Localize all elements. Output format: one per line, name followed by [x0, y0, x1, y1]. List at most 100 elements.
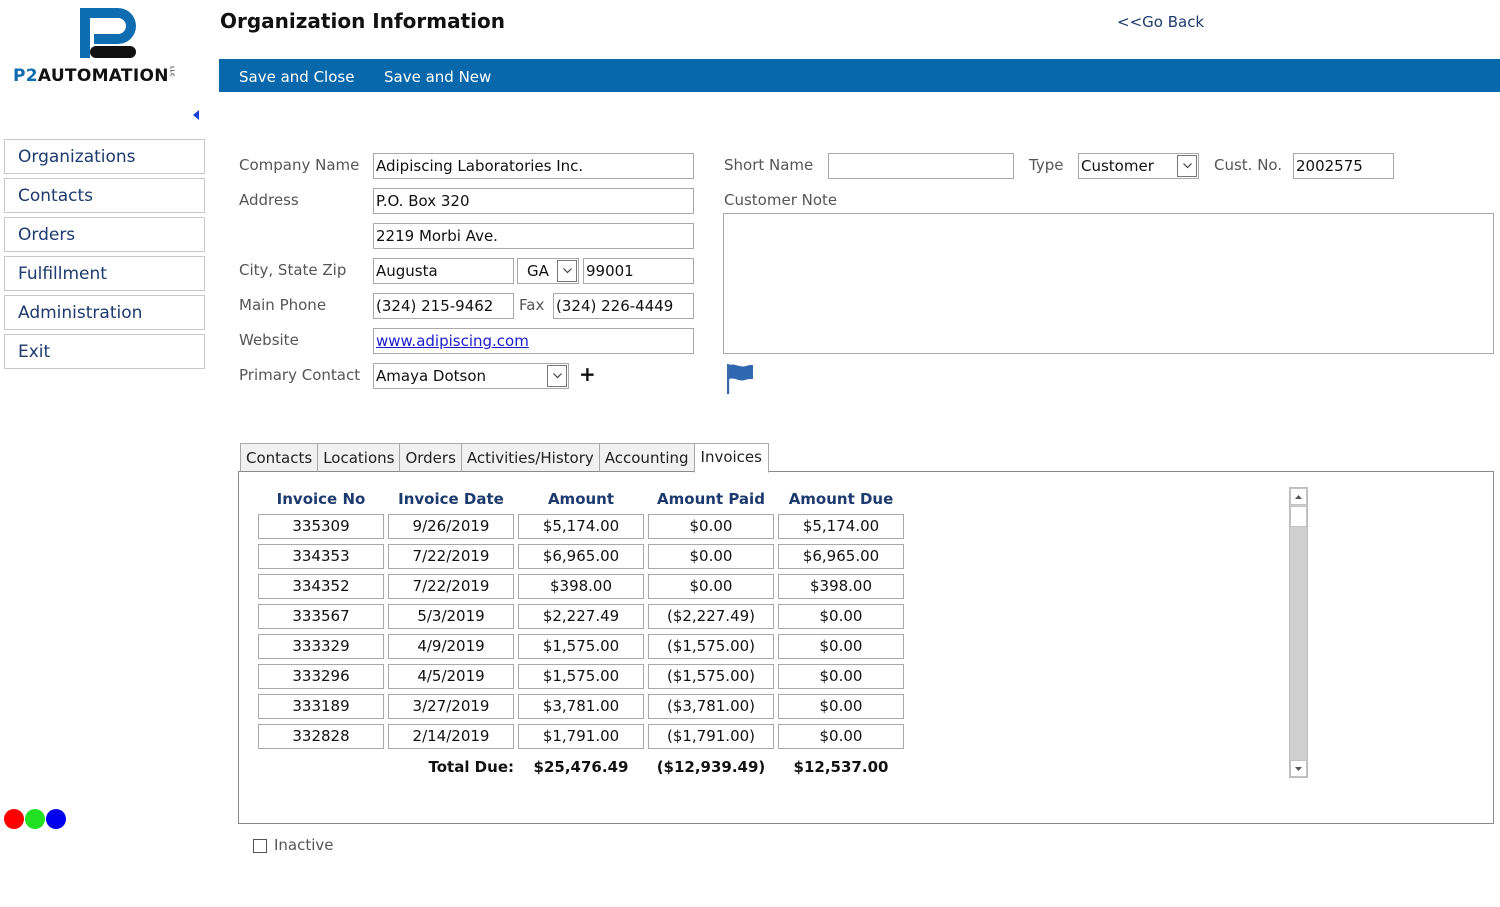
- inactive-checkbox[interactable]: [253, 839, 267, 853]
- main-phone-input[interactable]: (324) 215-9462: [373, 293, 514, 319]
- invoice-cell-amount-due[interactable]: $0.00: [778, 694, 904, 719]
- sidebar-item-orders[interactable]: Orders: [4, 217, 205, 252]
- invoice-cell-amount-due[interactable]: $0.00: [778, 724, 904, 749]
- invoice-cell-amount-paid[interactable]: ($3,781.00): [648, 694, 774, 719]
- zip-input[interactable]: 99001: [583, 258, 694, 284]
- tab-accounting[interactable]: Accounting: [598, 443, 695, 472]
- invoice-cell-invoice-no[interactable]: 333189: [258, 694, 384, 719]
- state-select[interactable]: GA: [517, 258, 579, 284]
- invoice-cell-amount-paid[interactable]: $0.00: [648, 544, 774, 569]
- logo-name: AUTOMATION: [37, 66, 169, 86]
- invoice-cell-invoice-no[interactable]: 333296: [258, 664, 384, 689]
- invoice-cell-amount-due[interactable]: $0.00: [778, 634, 904, 659]
- arrow-down-icon: [1295, 767, 1302, 771]
- invoice-cell-amount[interactable]: $1,575.00: [518, 664, 644, 689]
- invoice-cell-invoice-date[interactable]: 4/5/2019: [388, 664, 514, 689]
- save-and-close-button[interactable]: Save and Close: [239, 59, 354, 92]
- sidebar-item-administration[interactable]: Administration: [4, 295, 205, 330]
- city-input[interactable]: Augusta: [373, 258, 514, 284]
- invoice-cell-invoice-date[interactable]: 3/27/2019: [388, 694, 514, 719]
- sidebar-item-exit[interactable]: Exit: [4, 334, 205, 369]
- invoice-cell-amount-due[interactable]: $0.00: [778, 604, 904, 629]
- scroll-up-button[interactable]: [1290, 488, 1307, 505]
- cust-no-label: Cust. No.: [1214, 156, 1283, 174]
- invoice-cell-amount-paid[interactable]: $0.00: [648, 574, 774, 599]
- website-input[interactable]: www.adipiscing.com: [373, 328, 694, 354]
- tab-activities-history[interactable]: Activities/History: [460, 443, 600, 472]
- tab-invoices[interactable]: Invoices: [693, 443, 769, 473]
- invoice-cell-invoice-no[interactable]: 333329: [258, 634, 384, 659]
- invoice-cell-invoice-date[interactable]: 2/14/2019: [388, 724, 514, 749]
- address-line2-input[interactable]: 2219 Morbi Ave.: [373, 223, 694, 249]
- invoice-cell-amount[interactable]: $2,227.49: [518, 604, 644, 629]
- address-line1-input[interactable]: P.O. Box 320: [373, 188, 694, 214]
- invoice-cell-amount[interactable]: $6,965.00: [518, 544, 644, 569]
- invoice-cell-invoice-date[interactable]: 7/22/2019: [388, 544, 514, 569]
- sidebar-nav: Organizations Contacts Orders Fulfillmen…: [4, 139, 205, 373]
- invoice-cell-amount-due[interactable]: $0.00: [778, 664, 904, 689]
- invoice-cell-amount-paid[interactable]: ($2,227.49): [648, 604, 774, 629]
- tab-contacts[interactable]: Contacts: [240, 443, 319, 472]
- state-dropdown-button[interactable]: [557, 260, 577, 282]
- invoice-cell-amount-due[interactable]: $5,174.00: [778, 514, 904, 539]
- invoice-cell-amount-due[interactable]: $398.00: [778, 574, 904, 599]
- short-name-label: Short Name: [724, 156, 814, 174]
- type-value: Customer: [1081, 157, 1154, 175]
- collapse-sidebar-icon[interactable]: [193, 110, 199, 120]
- tab-orders[interactable]: Orders: [399, 443, 462, 472]
- invoice-cell-amount-paid[interactable]: $0.00: [648, 514, 774, 539]
- invoice-cell-amount[interactable]: $398.00: [518, 574, 644, 599]
- company-name-input[interactable]: Adipiscing Laboratories Inc.: [373, 153, 694, 179]
- fax-input[interactable]: (324) 226-4449: [553, 293, 694, 319]
- invoice-cell-invoice-no[interactable]: 334352: [258, 574, 384, 599]
- short-name-input[interactable]: [828, 153, 1014, 179]
- save-and-new-button[interactable]: Save and New: [384, 59, 491, 92]
- scroll-thumb[interactable]: [1290, 506, 1307, 527]
- invoice-cell-amount-paid[interactable]: ($1,575.00): [648, 634, 774, 659]
- type-dropdown-button[interactable]: [1177, 155, 1197, 177]
- sidebar-item-fulfillment[interactable]: Fulfillment: [4, 256, 205, 291]
- total-amount: $25,476.49: [533, 758, 629, 776]
- column-header-amount-paid: Amount Paid: [657, 490, 765, 508]
- toolbar: Save and Close Save and New: [219, 59, 1500, 92]
- invoice-cell-invoice-date[interactable]: 7/22/2019: [388, 574, 514, 599]
- invoice-cell-invoice-date[interactable]: 4/9/2019: [388, 634, 514, 659]
- invoice-cell-amount[interactable]: $1,791.00: [518, 724, 644, 749]
- cust-no-input[interactable]: 2002575: [1293, 153, 1394, 179]
- status-dot-icon: [46, 809, 66, 829]
- customer-note-textarea[interactable]: [723, 213, 1494, 354]
- flag-icon[interactable]: [726, 363, 754, 395]
- go-back-link[interactable]: <<Go Back: [1117, 13, 1204, 31]
- website-link[interactable]: www.adipiscing.com: [376, 332, 529, 350]
- invoice-cell-amount-paid[interactable]: ($1,791.00): [648, 724, 774, 749]
- add-contact-button[interactable]: +: [579, 362, 596, 386]
- column-header-invoice-no: Invoice No: [276, 490, 366, 508]
- fax-label: Fax: [519, 296, 545, 314]
- sidebar-item-organizations[interactable]: Organizations: [4, 139, 205, 174]
- invoice-cell-invoice-date[interactable]: 5/3/2019: [388, 604, 514, 629]
- invoice-cell-invoice-no[interactable]: 334353: [258, 544, 384, 569]
- invoice-cell-amount[interactable]: $1,575.00: [518, 634, 644, 659]
- invoice-cell-invoice-no[interactable]: 333567: [258, 604, 384, 629]
- state-value: GA: [527, 262, 549, 280]
- invoice-cell-amount-due[interactable]: $6,965.00: [778, 544, 904, 569]
- type-label: Type: [1029, 156, 1064, 174]
- address-label: Address: [239, 191, 299, 209]
- logo-prefix: P2: [13, 66, 38, 86]
- chevron-down-icon: [553, 373, 562, 379]
- tab-locations[interactable]: Locations: [317, 443, 401, 472]
- invoice-cell-amount[interactable]: $5,174.00: [518, 514, 644, 539]
- total-due-label: Total Due:: [428, 758, 514, 776]
- invoice-cell-amount-paid[interactable]: ($1,575.00): [648, 664, 774, 689]
- sidebar-item-contacts[interactable]: Contacts: [4, 178, 205, 213]
- total-amount-due: $12,537.00: [793, 758, 889, 776]
- primary-contact-dropdown-button[interactable]: [547, 365, 567, 387]
- primary-contact-select[interactable]: Amaya Dotson: [373, 363, 569, 389]
- invoice-cell-invoice-date[interactable]: 9/26/2019: [388, 514, 514, 539]
- invoice-scrollbar[interactable]: [1289, 487, 1308, 778]
- invoice-cell-invoice-no[interactable]: 332828: [258, 724, 384, 749]
- invoice-cell-amount[interactable]: $3,781.00: [518, 694, 644, 719]
- scroll-down-button[interactable]: [1290, 760, 1307, 777]
- type-select[interactable]: Customer: [1078, 153, 1199, 179]
- invoice-cell-invoice-no[interactable]: 335309: [258, 514, 384, 539]
